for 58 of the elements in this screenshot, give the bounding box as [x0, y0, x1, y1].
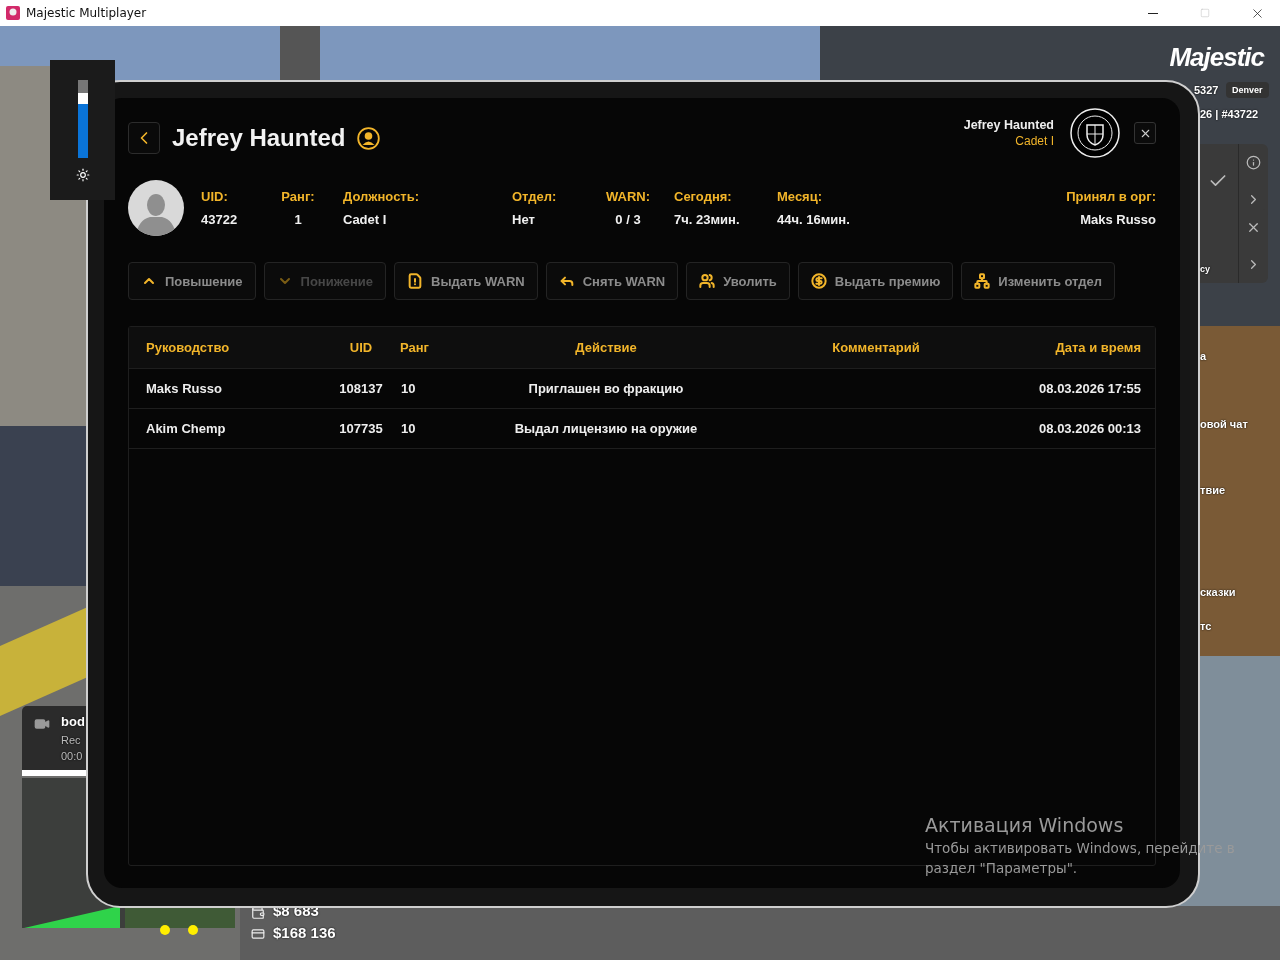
activation-text: раздел "Параметры". — [925, 860, 1078, 876]
stat-label: Принял в орг: — [1066, 189, 1156, 204]
stat-label: Месяц: — [777, 189, 824, 204]
column-header: Дата и время — [1055, 340, 1141, 355]
window-title: Majestic Multiplayer — [26, 6, 148, 20]
table-cell: 08.03.2026 17:55 — [1039, 381, 1141, 396]
player-id: 26 | #43722 — [1200, 108, 1259, 120]
stat-label: Отдел: — [512, 189, 558, 204]
stat-value: Cadet I — [343, 212, 388, 227]
bank-amount: $168 136 — [273, 924, 336, 941]
table-cell: 107735 — [339, 421, 383, 436]
stat-value: Нет — [512, 212, 536, 227]
bodycam-timer: 00:0 — [61, 750, 83, 762]
side-menu-text: овой чат — [1200, 418, 1248, 430]
side-menu-text: твие — [1200, 484, 1226, 496]
stat-value: Maks Russo — [1080, 212, 1156, 227]
table-cell: 108137 — [339, 381, 383, 396]
side-menu-text: су — [1200, 264, 1210, 274]
stat-value: 7ч. 23мин. — [674, 212, 741, 227]
profile-name: Jefrey Haunted — [963, 118, 1054, 132]
side-menu-text: сказки — [1200, 586, 1236, 598]
column-header: Действие — [575, 340, 637, 355]
stat-label: Ранг: — [281, 189, 315, 204]
side-menu-text: тс — [1200, 620, 1212, 632]
action-button[interactable]: Изменить отдел — [961, 262, 1116, 300]
bodycam-title: bod — [61, 714, 85, 729]
column-header: Ранг — [399, 340, 430, 355]
column-header: Комментарий — [832, 340, 920, 355]
stat-label: UID: — [201, 189, 229, 204]
table-cell-text: 10 — [400, 381, 417, 396]
action-button[interactable]: Повышение — [128, 262, 256, 300]
stat-label: WARN: — [605, 189, 650, 204]
activation-title: Активация Windows — [925, 814, 1124, 836]
stat-label: Должность: — [343, 189, 421, 204]
member-name: Jefrey Haunted — [172, 124, 346, 152]
table-cell-text: 10 — [400, 421, 417, 436]
stat-label: Сегодня: — [674, 189, 733, 204]
action-button[interactable]: Уволить — [686, 262, 790, 300]
table-cell-text: Akim Chemp — [146, 421, 227, 436]
table-cell: Приглашен во фракцию — [528, 381, 684, 396]
action-button[interactable]: Выдать премию — [797, 262, 954, 300]
stat-value: 44ч. 16мин. — [777, 212, 851, 227]
stat-value: 1 — [294, 212, 302, 227]
column-header: UID — [349, 340, 373, 355]
server-id: 5327 — [1194, 84, 1219, 96]
server-name: Denver — [1226, 82, 1269, 98]
stat-value: 43722 — [201, 212, 239, 227]
side-menu-text: а — [1200, 350, 1207, 362]
profile-rank: Cadet I — [1015, 134, 1054, 148]
table-cell: Выдал лицензию на оружие — [514, 421, 698, 436]
action-button[interactable]: Снять WARN — [545, 262, 679, 300]
game-logo: Majestic — [1169, 42, 1264, 73]
stat-value: 0 / 3 — [615, 212, 641, 227]
column-header: Руководство — [146, 340, 231, 355]
table-cell-text: Maks Russo — [146, 381, 223, 396]
action-button[interactable]: Выдать WARN — [394, 262, 538, 300]
bodycam-status: Rec — [61, 734, 81, 746]
table-cell: 08.03.2026 00:13 — [1039, 421, 1141, 436]
